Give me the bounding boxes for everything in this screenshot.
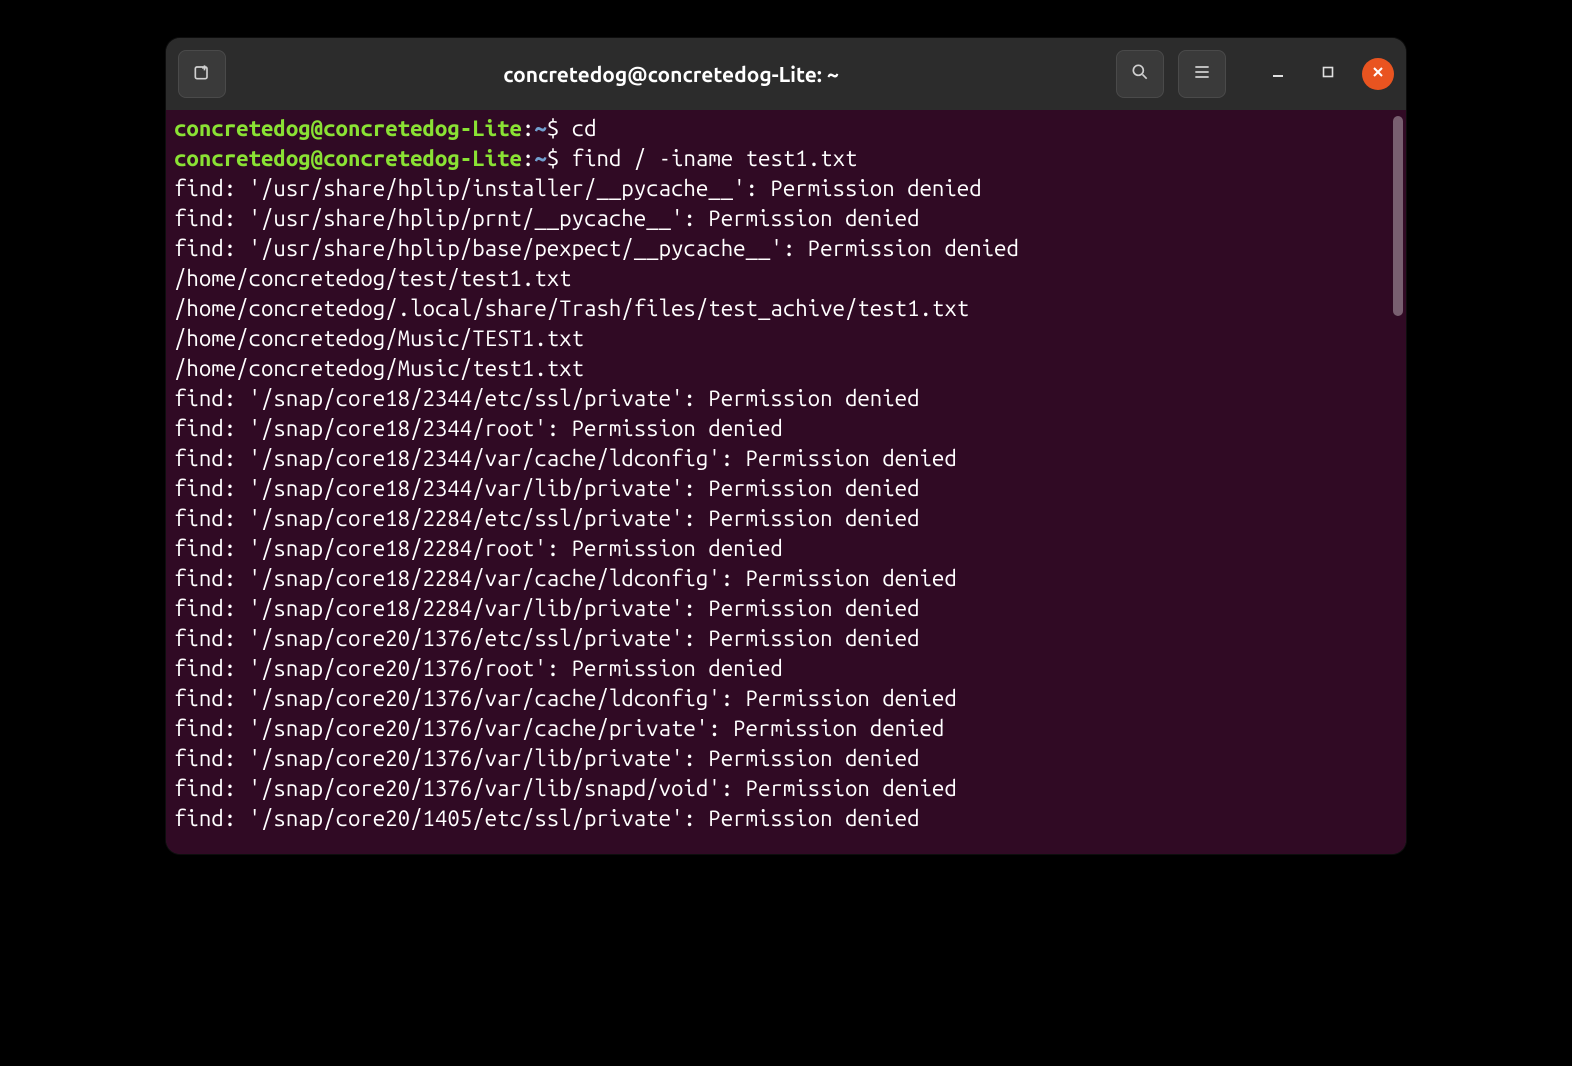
output-line: find: '/snap/core18/2284/var/lib/private… [166,594,1406,624]
output-line: find: '/snap/core18/2284/var/cache/ldcon… [166,564,1406,594]
output-line: find: '/snap/core18/2284/etc/ssl/private… [166,504,1406,534]
output-line: find: '/snap/core18/2284/root': Permissi… [166,534,1406,564]
minimize-icon [1271,65,1285,83]
output-line: /home/concretedog/Music/TEST1.txt [166,324,1406,354]
terminal-body[interactable]: concretedog@concretedog-Lite:~$ cd concr… [166,110,1406,854]
prompt-path: ~ [534,146,546,171]
output-line: find: '/snap/core18/2344/var/cache/ldcon… [166,444,1406,474]
output-line: /home/concretedog/.local/share/Trash/fil… [166,294,1406,324]
output-line: find: '/snap/core20/1376/root': Permissi… [166,654,1406,684]
prompt-user-host: concretedog@concretedog-Lite [174,146,522,171]
prompt-path: ~ [534,116,546,141]
output-line: find: '/snap/core18/2344/etc/ssl/private… [166,384,1406,414]
output-line: find: '/snap/core20/1376/var/cache/priva… [166,714,1406,744]
output-line: find: '/snap/core20/1376/etc/ssl/private… [166,624,1406,654]
prompt-line: concretedog@concretedog-Lite:~$ cd [166,114,1406,144]
prompt-separator: : [522,116,534,141]
output-line: find: '/snap/core20/1405/etc/ssl/private… [166,804,1406,834]
command-text: find / -iname test1.txt [572,146,858,171]
hamburger-icon [1192,62,1212,86]
output-line: find: '/usr/share/hplip/installer/__pyca… [166,174,1406,204]
new-tab-icon [192,62,212,86]
output-line: find: '/usr/share/hplip/prnt/__pycache__… [166,204,1406,234]
search-button[interactable] [1116,50,1164,98]
menu-button[interactable] [1178,50,1226,98]
titlebar: concretedog@concretedog-Lite: ~ [166,38,1406,110]
prompt-dollar: $ [547,116,559,141]
minimize-button[interactable] [1262,58,1294,90]
search-icon [1130,62,1150,86]
prompt-line: concretedog@concretedog-Lite:~$ find / -… [166,144,1406,174]
window-title: concretedog@concretedog-Lite: ~ [503,62,839,86]
prompt-user-host: concretedog@concretedog-Lite [174,116,522,141]
scrollbar-thumb[interactable] [1393,116,1403,316]
prompt-dollar: $ [547,146,559,171]
command-text: cd [572,116,597,141]
output-line: find: '/usr/share/hplip/base/pexpect/__p… [166,234,1406,264]
maximize-icon [1321,65,1335,83]
output-line: /home/concretedog/test/test1.txt [166,264,1406,294]
new-tab-button[interactable] [178,50,226,98]
terminal-window: concretedog@concretedog-Lite: ~ [166,38,1406,854]
output-line: find: '/snap/core20/1376/var/lib/private… [166,744,1406,774]
close-button[interactable] [1362,58,1394,90]
close-icon [1371,65,1385,83]
output-line: /home/concretedog/Music/test1.txt [166,354,1406,384]
maximize-button[interactable] [1312,58,1344,90]
output-line: find: '/snap/core20/1376/var/lib/snapd/v… [166,774,1406,804]
output-line: find: '/snap/core20/1376/var/cache/ldcon… [166,684,1406,714]
output-line: find: '/snap/core18/2344/root': Permissi… [166,414,1406,444]
output-line: find: '/snap/core18/2344/var/lib/private… [166,474,1406,504]
prompt-separator: : [522,146,534,171]
